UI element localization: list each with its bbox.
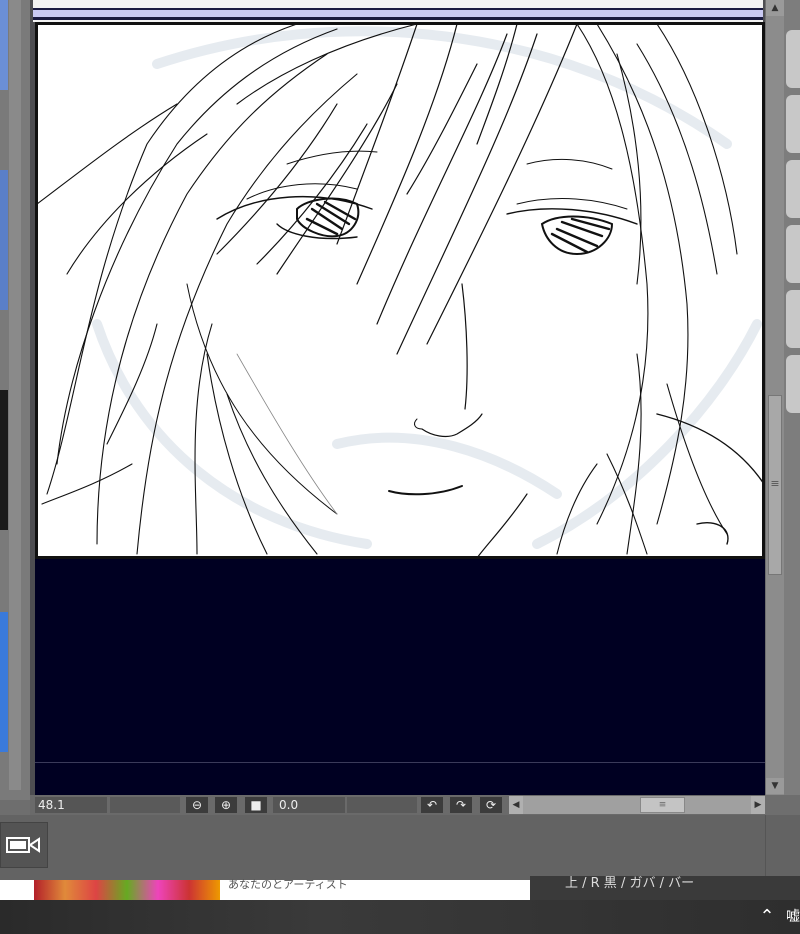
zoom-out-icon[interactable]: ⊖	[186, 797, 208, 813]
right-panel-tab[interactable]	[786, 355, 800, 413]
camera-icon	[6, 837, 40, 853]
zoom-in-icon[interactable]: ⊕	[215, 797, 237, 813]
reset-rotation-icon[interactable]: ⟳	[480, 797, 502, 813]
background-thumbnail	[34, 880, 220, 900]
rotation-slider[interactable]	[347, 797, 417, 813]
canvas-border	[35, 22, 765, 559]
zoom-value-field[interactable]: 48.1	[35, 797, 107, 813]
background-text: 上 / R 黒 / ガバ / バー	[565, 876, 695, 891]
tray-chevron-icon[interactable]: ⌃	[755, 905, 779, 929]
pasteboard-guide-line	[35, 762, 765, 763]
left-panel-thumb[interactable]	[0, 170, 8, 310]
rotate-left-icon[interactable]: ↶	[421, 797, 443, 813]
canvas-pasteboard	[35, 559, 765, 795]
left-panel-thumb[interactable]	[0, 612, 8, 752]
left-panel-thumb[interactable]	[0, 0, 8, 90]
right-panel-tab[interactable]	[786, 225, 800, 283]
scroll-down-button[interactable]: ▼	[766, 778, 784, 794]
tray-ime-icon[interactable]: 嘘	[786, 905, 800, 929]
scroll-grip-icon: ≡	[658, 800, 667, 810]
rotation-value-field[interactable]: 0.0	[273, 797, 345, 813]
taskbar	[0, 900, 800, 934]
lower-panel	[0, 815, 800, 880]
right-panel-tab[interactable]	[786, 290, 800, 348]
horizontal-scrollbar[interactable]	[509, 796, 765, 814]
zoom-slider[interactable]	[110, 797, 180, 813]
left-panel-strip	[0, 0, 30, 800]
scroll-left-button[interactable]: ◀	[509, 796, 523, 814]
right-panel-tab[interactable]	[786, 95, 800, 153]
background-text: あなたのとアーティスト	[228, 878, 348, 891]
scroll-grip-icon: ≡	[770, 477, 780, 490]
right-panel-tab[interactable]	[786, 30, 800, 88]
fit-to-window-icon[interactable]: ■	[245, 797, 267, 813]
left-panel-thumb[interactable]	[0, 390, 8, 530]
left-panel-scrollbar[interactable]	[9, 0, 21, 790]
scroll-right-button[interactable]: ▶	[751, 796, 765, 814]
camera-button[interactable]	[0, 822, 48, 868]
rotate-right-icon[interactable]: ↷	[450, 797, 472, 813]
right-panel-tab[interactable]	[786, 160, 800, 218]
panel-frame-border	[33, 8, 763, 20]
horizontal-scroll-thumb[interactable]: ≡	[640, 797, 685, 813]
scroll-up-button[interactable]: ▲	[766, 0, 784, 16]
panel-divider	[765, 815, 766, 880]
